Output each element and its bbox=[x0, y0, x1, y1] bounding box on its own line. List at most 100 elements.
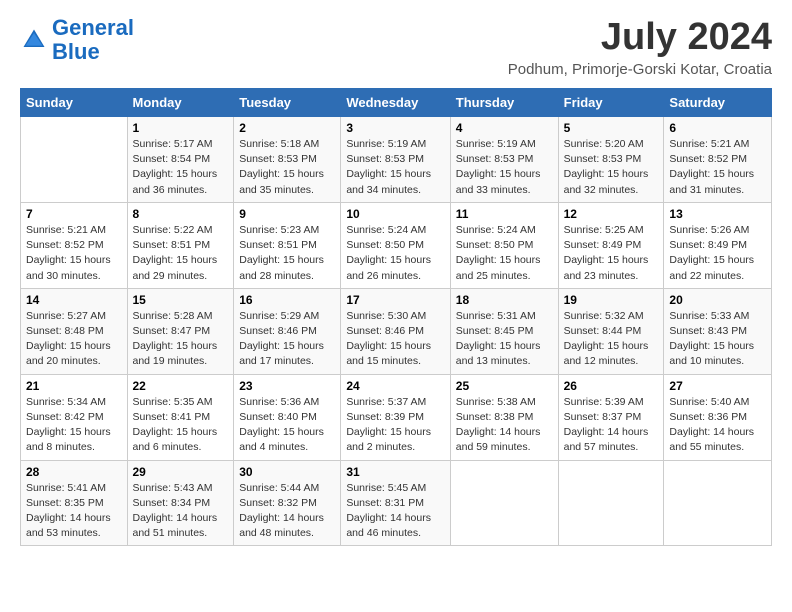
day-info: Sunrise: 5:32 AM Sunset: 8:44 PM Dayligh… bbox=[564, 309, 659, 370]
day-cell: 30Sunrise: 5:44 AM Sunset: 8:32 PM Dayli… bbox=[234, 460, 341, 546]
day-info: Sunrise: 5:36 AM Sunset: 8:40 PM Dayligh… bbox=[239, 395, 335, 456]
day-number: 23 bbox=[239, 379, 335, 393]
day-number: 20 bbox=[669, 293, 766, 307]
day-number: 4 bbox=[456, 121, 553, 135]
day-cell: 10 Sunrise: 5:24 AM Sunset: 8:50 PM Dayli… bbox=[341, 202, 450, 288]
day-cell bbox=[558, 460, 664, 546]
header-cell-thursday: Thursday bbox=[450, 89, 558, 117]
day-info: Sunrise: 5:23 AM Sunset: 8:51 PM Dayligh… bbox=[239, 223, 335, 284]
day-number: 27 bbox=[669, 379, 766, 393]
day-cell: 12 Sunrise: 5:25 AM Sunset: 8:49 PM Dayli… bbox=[558, 202, 664, 288]
month-title: July 2024 bbox=[508, 16, 772, 59]
day-info: Sunrise: 5:19 AM Sunset: 8:53 PM Dayligh… bbox=[346, 137, 444, 198]
day-info: Sunrise: 5:37 AM Sunset: 8:39 PM Dayligh… bbox=[346, 395, 444, 456]
day-cell: 2 Sunrise: 5:18 AM Sunset: 8:53 PM Daylig… bbox=[234, 117, 341, 203]
day-cell: 23 Sunrise: 5:36 AM Sunset: 8:40 PM Dayli… bbox=[234, 374, 341, 460]
day-info: Sunrise: 5:24 AM Sunset: 8:50 PM Dayligh… bbox=[456, 223, 553, 284]
day-number: 5 bbox=[564, 121, 659, 135]
day-number: 3 bbox=[346, 121, 444, 135]
header-cell-sunday: Sunday bbox=[21, 89, 128, 117]
header-cell-tuesday: Tuesday bbox=[234, 89, 341, 117]
day-number: 8 bbox=[133, 207, 229, 221]
calendar-table: SundayMondayTuesdayWednesdayThursdayFrid… bbox=[20, 88, 772, 546]
day-info: Sunrise: 5:34 AM Sunset: 8:42 PM Dayligh… bbox=[26, 395, 122, 456]
day-number: 25 bbox=[456, 379, 553, 393]
week-row-4: 21Sunrise: 5:34 AM Sunset: 8:42 PM Dayli… bbox=[21, 374, 772, 460]
day-number: 7 bbox=[26, 207, 122, 221]
day-cell: 29 Sunrise: 5:43 AM Sunset: 8:34 PM Dayli… bbox=[127, 460, 234, 546]
day-cell: 31Sunrise: 5:45 AM Sunset: 8:31 PM Dayli… bbox=[341, 460, 450, 546]
calendar-header: SundayMondayTuesdayWednesdayThursdayFrid… bbox=[21, 89, 772, 117]
calendar-body: 1Sunrise: 5:17 AM Sunset: 8:54 PM Daylig… bbox=[21, 117, 772, 546]
day-info: Sunrise: 5:27 AM Sunset: 8:48 PM Dayligh… bbox=[26, 309, 122, 370]
day-number: 26 bbox=[564, 379, 659, 393]
week-row-1: 1Sunrise: 5:17 AM Sunset: 8:54 PM Daylig… bbox=[21, 117, 772, 203]
day-cell: 21Sunrise: 5:34 AM Sunset: 8:42 PM Dayli… bbox=[21, 374, 128, 460]
week-row-2: 7 Sunrise: 5:21 AM Sunset: 8:52 PM Daylig… bbox=[21, 202, 772, 288]
title-block: July 2024 Podhum, Primorje-Gorski Kotar,… bbox=[508, 16, 772, 78]
day-number: 2 bbox=[239, 121, 335, 135]
day-info: Sunrise: 5:18 AM Sunset: 8:53 PM Dayligh… bbox=[239, 137, 335, 198]
header-cell-monday: Monday bbox=[127, 89, 234, 117]
day-cell: 5Sunrise: 5:20 AM Sunset: 8:53 PM Daylig… bbox=[558, 117, 664, 203]
day-info: Sunrise: 5:21 AM Sunset: 8:52 PM Dayligh… bbox=[669, 137, 766, 198]
day-number: 24 bbox=[346, 379, 444, 393]
day-cell bbox=[21, 117, 128, 203]
day-cell: 11 Sunrise: 5:24 AM Sunset: 8:50 PM Dayli… bbox=[450, 202, 558, 288]
day-number: 30 bbox=[239, 465, 335, 479]
header-cell-friday: Friday bbox=[558, 89, 664, 117]
day-number: 14 bbox=[26, 293, 122, 307]
day-cell: 24 Sunrise: 5:37 AM Sunset: 8:39 PM Dayli… bbox=[341, 374, 450, 460]
day-info: Sunrise: 5:33 AM Sunset: 8:43 PM Dayligh… bbox=[669, 309, 766, 370]
day-info: Sunrise: 5:28 AM Sunset: 8:47 PM Dayligh… bbox=[133, 309, 229, 370]
day-number: 13 bbox=[669, 207, 766, 221]
header-cell-wednesday: Wednesday bbox=[341, 89, 450, 117]
day-info: Sunrise: 5:30 AM Sunset: 8:46 PM Dayligh… bbox=[346, 309, 444, 370]
day-cell: 1Sunrise: 5:17 AM Sunset: 8:54 PM Daylig… bbox=[127, 117, 234, 203]
header-row: SundayMondayTuesdayWednesdayThursdayFrid… bbox=[21, 89, 772, 117]
day-cell: 18Sunrise: 5:31 AM Sunset: 8:45 PM Dayli… bbox=[450, 288, 558, 374]
day-cell: 14 Sunrise: 5:27 AM Sunset: 8:48 PM Dayli… bbox=[21, 288, 128, 374]
day-cell: 27 Sunrise: 5:40 AM Sunset: 8:36 PM Dayli… bbox=[664, 374, 772, 460]
day-number: 31 bbox=[346, 465, 444, 479]
day-number: 16 bbox=[239, 293, 335, 307]
day-number: 11 bbox=[456, 207, 553, 221]
day-info: Sunrise: 5:29 AM Sunset: 8:46 PM Dayligh… bbox=[239, 309, 335, 370]
day-number: 17 bbox=[346, 293, 444, 307]
day-cell: 8 Sunrise: 5:22 AM Sunset: 8:51 PM Daylig… bbox=[127, 202, 234, 288]
day-number: 29 bbox=[133, 465, 229, 479]
day-info: Sunrise: 5:43 AM Sunset: 8:34 PM Dayligh… bbox=[133, 481, 229, 542]
day-cell bbox=[664, 460, 772, 546]
day-number: 28 bbox=[26, 465, 122, 479]
day-cell: 7 Sunrise: 5:21 AM Sunset: 8:52 PM Daylig… bbox=[21, 202, 128, 288]
day-number: 6 bbox=[669, 121, 766, 135]
logo-blue: Blue bbox=[52, 39, 100, 64]
day-number: 10 bbox=[346, 207, 444, 221]
location: Podhum, Primorje-Gorski Kotar, Croatia bbox=[508, 61, 772, 78]
day-info: Sunrise: 5:25 AM Sunset: 8:49 PM Dayligh… bbox=[564, 223, 659, 284]
day-number: 12 bbox=[564, 207, 659, 221]
day-cell: 13 Sunrise: 5:26 AM Sunset: 8:49 PM Dayli… bbox=[664, 202, 772, 288]
logo-general: General bbox=[52, 15, 134, 40]
day-cell: 28Sunrise: 5:41 AM Sunset: 8:35 PM Dayli… bbox=[21, 460, 128, 546]
day-info: Sunrise: 5:24 AM Sunset: 8:50 PM Dayligh… bbox=[346, 223, 444, 284]
week-row-3: 14 Sunrise: 5:27 AM Sunset: 8:48 PM Dayli… bbox=[21, 288, 772, 374]
logo-text: General Blue bbox=[52, 16, 134, 64]
day-info: Sunrise: 5:26 AM Sunset: 8:49 PM Dayligh… bbox=[669, 223, 766, 284]
logo-icon bbox=[20, 26, 48, 54]
day-info: Sunrise: 5:21 AM Sunset: 8:52 PM Dayligh… bbox=[26, 223, 122, 284]
day-cell: 9 Sunrise: 5:23 AM Sunset: 8:51 PM Daylig… bbox=[234, 202, 341, 288]
header-cell-saturday: Saturday bbox=[664, 89, 772, 117]
day-info: Sunrise: 5:22 AM Sunset: 8:51 PM Dayligh… bbox=[133, 223, 229, 284]
day-info: Sunrise: 5:19 AM Sunset: 8:53 PM Dayligh… bbox=[456, 137, 553, 198]
day-info: Sunrise: 5:38 AM Sunset: 8:38 PM Dayligh… bbox=[456, 395, 553, 456]
day-info: Sunrise: 5:35 AM Sunset: 8:41 PM Dayligh… bbox=[133, 395, 229, 456]
day-number: 9 bbox=[239, 207, 335, 221]
day-cell: 19Sunrise: 5:32 AM Sunset: 8:44 PM Dayli… bbox=[558, 288, 664, 374]
logo: General Blue bbox=[20, 16, 134, 64]
day-number: 15 bbox=[133, 293, 229, 307]
day-info: Sunrise: 5:39 AM Sunset: 8:37 PM Dayligh… bbox=[564, 395, 659, 456]
day-cell: 15 Sunrise: 5:28 AM Sunset: 8:47 PM Dayli… bbox=[127, 288, 234, 374]
day-info: Sunrise: 5:40 AM Sunset: 8:36 PM Dayligh… bbox=[669, 395, 766, 456]
day-cell: 16 Sunrise: 5:29 AM Sunset: 8:46 PM Dayli… bbox=[234, 288, 341, 374]
